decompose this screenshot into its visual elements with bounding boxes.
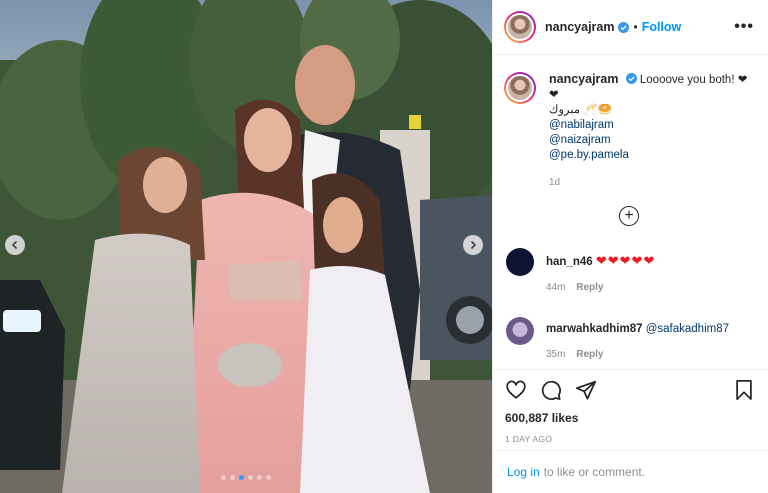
comment-username[interactable]: marwahkadhim87	[546, 323, 643, 335]
caption-avatar[interactable]	[504, 72, 536, 104]
follow-button[interactable]: Follow	[642, 20, 682, 34]
carousel-dot	[248, 475, 253, 480]
login-bar: Log in to like or comment.	[493, 450, 768, 493]
comment-meta: 44m Reply	[546, 280, 655, 295]
post-panel: nancyajram • Follow ••• nancyajram Loooo…	[492, 0, 768, 493]
instagram-post: nancyajram • Follow ••• nancyajram Loooo…	[0, 0, 768, 493]
author-avatar[interactable]	[504, 11, 536, 43]
avatar-photo	[506, 13, 534, 41]
caption-line-2: ❤	[549, 89, 559, 101]
carousel-dot	[257, 475, 262, 480]
load-more-comments: +	[504, 206, 754, 226]
comment-mention[interactable]: @safakadhim87	[646, 323, 729, 335]
verified-icon	[618, 21, 630, 33]
add-circle-icon[interactable]: +	[619, 206, 639, 226]
mention-link[interactable]: @naizajram	[549, 133, 747, 148]
mention-link[interactable]: @pe.by.pamela	[549, 148, 747, 163]
next-slide-button[interactable]	[463, 235, 483, 255]
comment-username[interactable]: han_n46	[546, 256, 593, 268]
comment-text: ❤❤❤❤❤	[595, 253, 656, 268]
carousel-dot	[239, 475, 244, 480]
header-separator: •	[633, 20, 638, 34]
comment: han_n46 ❤❤❤❤❤ 44m Reply	[504, 248, 754, 295]
photo-scene	[0, 0, 492, 493]
comment-meta: 35m Reply	[546, 347, 729, 362]
comment-time[interactable]: 35m	[546, 349, 565, 360]
reply-button[interactable]: Reply	[576, 349, 603, 360]
author-username[interactable]: nancyajram	[545, 20, 614, 34]
post-header: nancyajram • Follow •••	[493, 0, 768, 55]
post-date[interactable]: 1 DAY AGO	[505, 434, 754, 444]
login-link[interactable]: Log in	[507, 465, 540, 479]
chevron-left-icon	[11, 240, 18, 250]
caption-username[interactable]: nancyajram	[549, 72, 618, 86]
post-actions: 600,887 likes 1 DAY AGO	[493, 369, 768, 444]
commenter-avatar[interactable]	[506, 317, 534, 345]
action-icons	[505, 378, 754, 402]
carousel-dot	[221, 475, 226, 480]
comments-area[interactable]: nancyajram Loooove you both! ❤ ❤ مبروك 🥂…	[493, 56, 768, 369]
caption-line-3: مبروك 🥂🥯	[549, 104, 612, 116]
prev-slide-button[interactable]	[5, 235, 25, 255]
heart-icon[interactable]	[505, 379, 527, 401]
comment-body: marwahkadhim87 @safakadhim87 35m Reply	[546, 317, 729, 362]
share-icon[interactable]	[575, 379, 597, 401]
reply-button[interactable]: Reply	[576, 282, 603, 293]
carousel-indicator	[0, 475, 492, 480]
bookmark-icon[interactable]	[734, 379, 754, 401]
caption: nancyajram Loooove you both! ❤ ❤ مبروك 🥂…	[504, 72, 754, 190]
comment-body: han_n46 ❤❤❤❤❤ 44m Reply	[546, 248, 655, 295]
chevron-right-icon	[470, 240, 477, 250]
caption-text: Loooove you both! ❤	[639, 74, 748, 86]
avatar-photo	[506, 74, 534, 102]
likes-count[interactable]: 600,887 likes	[505, 411, 754, 425]
verified-icon	[625, 73, 637, 84]
comment: marwahkadhim87 @safakadhim87 35m Reply	[504, 317, 754, 362]
caption-body: nancyajram Loooove you both! ❤ ❤ مبروك 🥂…	[549, 72, 747, 190]
carousel-dot	[230, 475, 235, 480]
comment-time[interactable]: 44m	[546, 282, 565, 293]
commenter-avatar[interactable]	[506, 248, 534, 276]
mention-link[interactable]: @nabilajram	[549, 118, 747, 133]
caption-time[interactable]: 1d	[549, 175, 747, 190]
carousel-dot	[266, 475, 271, 480]
post-photo[interactable]	[0, 0, 492, 493]
login-prompt: to like or comment.	[543, 465, 646, 479]
comment-icon[interactable]	[540, 379, 562, 401]
more-icon[interactable]: •••	[734, 18, 754, 36]
